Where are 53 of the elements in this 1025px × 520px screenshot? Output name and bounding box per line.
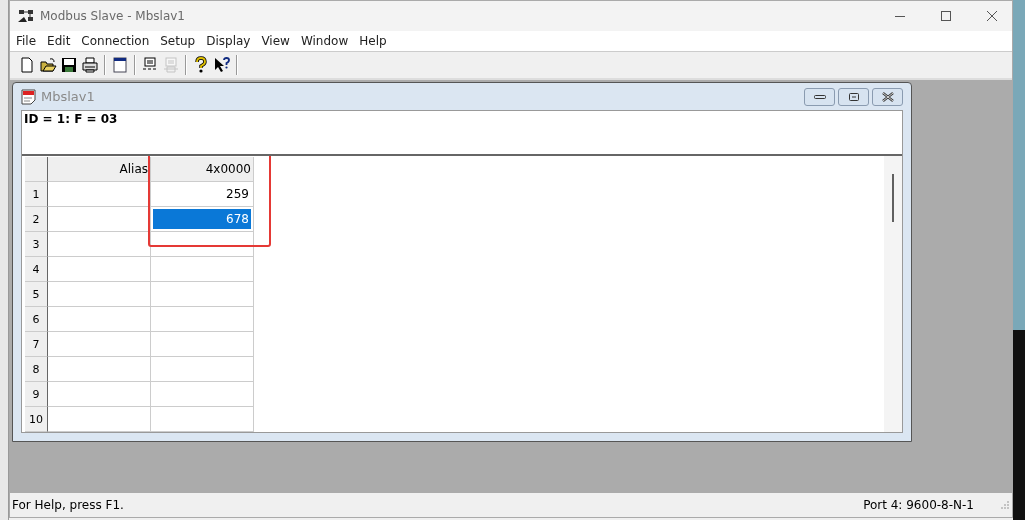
child-window-title: Mbslav1 — [41, 89, 95, 104]
minimize-button[interactable] — [804, 87, 835, 106]
menu-item[interactable]: Display — [206, 34, 251, 48]
minimize-icon — [813, 93, 826, 100]
menu-item[interactable]: File — [16, 34, 37, 48]
row-header: 4 — [25, 257, 48, 282]
value-cell[interactable] — [151, 357, 254, 382]
menu-item[interactable]: Connection — [81, 34, 150, 48]
menu-item[interactable]: Help — [359, 34, 387, 48]
row-header: 7 — [25, 332, 48, 357]
new-file-icon[interactable] — [18, 56, 36, 74]
close-button[interactable] — [872, 87, 903, 106]
row-header: 10 — [25, 407, 48, 432]
row-header: 5 — [25, 282, 48, 307]
menu-item[interactable]: Edit — [47, 34, 71, 48]
app-icon — [18, 9, 34, 23]
resize-grip-icon[interactable] — [1000, 500, 1010, 510]
maximize-icon[interactable] — [940, 10, 952, 22]
printer-icon[interactable] — [81, 56, 99, 74]
column-header: Alias — [48, 157, 151, 182]
restore-button[interactable] — [838, 87, 869, 106]
column-header: 4x0000 — [151, 157, 254, 182]
row-header: 1 — [25, 182, 48, 207]
register-value: 259 — [225, 186, 250, 203]
open-folder-icon[interactable] — [39, 56, 57, 74]
value-cell[interactable] — [151, 257, 254, 282]
scrollbar[interactable] — [884, 156, 902, 432]
context-help-icon[interactable] — [213, 56, 231, 74]
row-header: 6 — [25, 307, 48, 332]
status-text: For Help, press F1. — [12, 498, 124, 512]
menu-item[interactable]: Window — [300, 34, 349, 48]
value-cell[interactable] — [151, 232, 254, 257]
window-title: Modbus Slave - Mbslav1 — [40, 9, 185, 23]
row-header: 2 — [25, 207, 48, 232]
close-icon — [880, 91, 895, 102]
value-cell[interactable] — [151, 382, 254, 407]
row-header: 8 — [25, 357, 48, 382]
port-status: Port 4: 9600-8-N-1 — [863, 498, 974, 512]
value-cell[interactable] — [151, 307, 254, 332]
help-icon[interactable] — [192, 56, 210, 74]
value-cell[interactable] — [151, 282, 254, 307]
window-icon[interactable] — [111, 56, 129, 74]
value-cell[interactable]: 259 — [151, 182, 254, 207]
row-header: 9 — [25, 382, 48, 407]
restore-icon — [847, 91, 860, 102]
document-icon — [21, 88, 37, 105]
value-cell[interactable] — [151, 332, 254, 357]
menu-item[interactable]: View — [261, 34, 290, 48]
value-cell[interactable] — [151, 407, 254, 432]
slave-id-label: ID = 1: F = 03 — [24, 112, 118, 126]
menu-item[interactable]: Setup — [160, 34, 196, 48]
row-header: 3 — [25, 232, 48, 257]
close-icon[interactable] — [986, 10, 998, 22]
